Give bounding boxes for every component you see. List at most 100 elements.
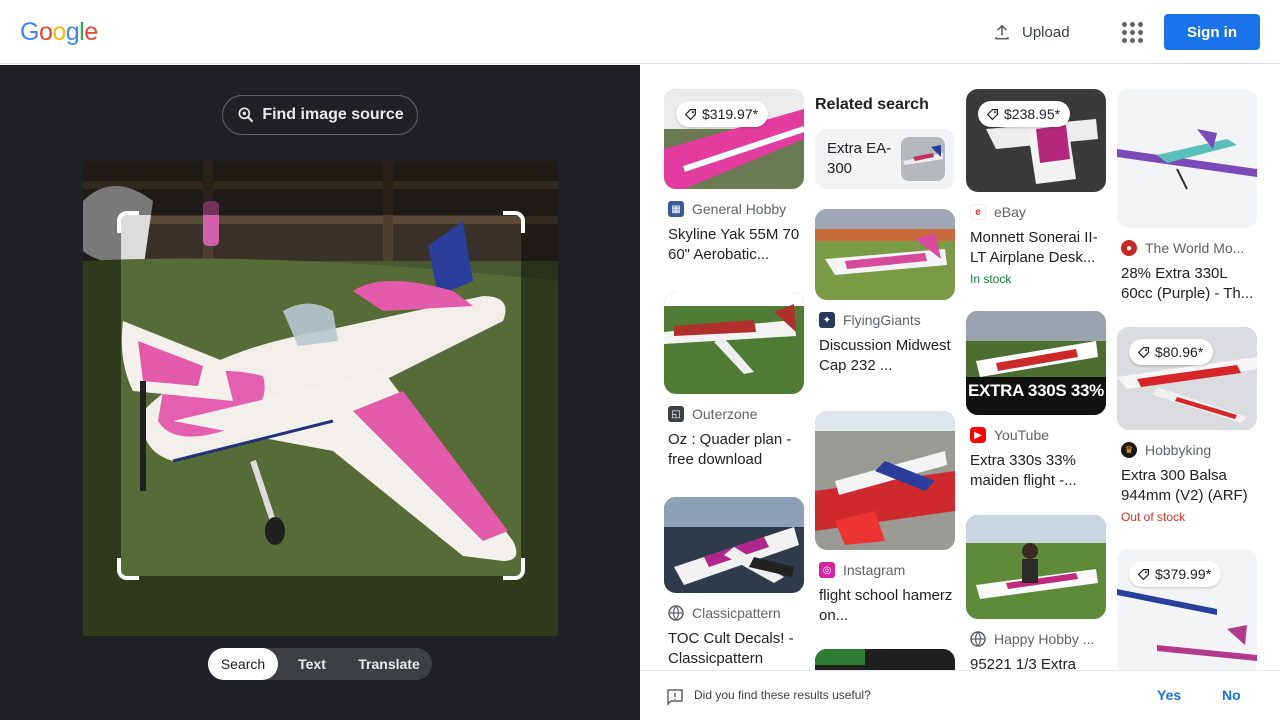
price-badge: $379.99* <box>1129 561 1222 587</box>
result-card[interactable]: $80.96* ♛ Hobbyking Extra 300 Balsa 944m… <box>1117 327 1257 524</box>
result-title[interactable]: Oz : Quader plan - free download <box>664 430 804 470</box>
logo-letter: o <box>38 18 53 46</box>
result-source[interactable]: ◎ Instagram <box>815 562 955 578</box>
result-thumbnail[interactable]: $238.95* <box>966 89 1106 192</box>
logo-letter: o <box>52 18 66 46</box>
result-card[interactable]: Happy Hobby ... 95221 1/3 Extra <box>966 515 1106 670</box>
source-name: eBay <box>994 204 1026 220</box>
result-thumbnail[interactable]: EXTRA 330S 33% <box>966 311 1106 415</box>
tag-icon <box>986 108 998 120</box>
apps-grid-icon[interactable] <box>1120 20 1144 44</box>
crop-handle-bottom-right[interactable] <box>503 558 525 580</box>
crop-handle-top-left[interactable] <box>117 211 139 233</box>
instagram-icon: ◎ <box>819 562 835 578</box>
result-thumbnail[interactable] <box>664 292 804 394</box>
upload-button[interactable]: Upload <box>992 20 1070 44</box>
result-title[interactable]: 95221 1/3 Extra <box>966 655 1106 670</box>
result-card[interactable]: $319.97* ▦ General Hobby Skyline Yak 55M… <box>664 89 804 265</box>
mode-search-tab[interactable]: Search <box>208 648 278 680</box>
related-search-heading: Related search <box>815 96 929 113</box>
result-thumbnail[interactable] <box>966 515 1106 619</box>
result-title[interactable]: flight school hamerz on... <box>815 586 955 626</box>
logo-letter: g <box>65 18 80 46</box>
thumbnail-overlay-text: EXTRA 330S 33% <box>968 381 1104 400</box>
result-card[interactable] <box>815 649 955 670</box>
related-search-chip[interactable]: Extra EA-300 <box>815 129 955 189</box>
price-label: $379.99* <box>1155 566 1212 582</box>
visual-matches-panel: $319.97* ▦ General Hobby Skyline Yak 55M… <box>640 65 1280 670</box>
result-card[interactable]: $379.99* <box>1117 549 1257 670</box>
source-name: Classicpattern <box>692 605 781 621</box>
result-title[interactable]: TOC Cult Decals! - Classicpattern <box>664 629 804 669</box>
result-title[interactable]: 28% Extra 330L 60cc (Purple) - Th... <box>1117 264 1257 304</box>
result-source[interactable]: ✦ FlyingGiants <box>815 312 955 328</box>
result-thumbnail[interactable] <box>815 411 955 550</box>
result-card[interactable]: Classicpattern TOC Cult Decals! - Classi… <box>664 497 804 669</box>
result-card[interactable]: ✦ FlyingGiants Discussion Midwest Cap 23… <box>815 209 955 376</box>
feedback-bar: Did you find these results useful? Yes N… <box>640 670 1280 720</box>
logo-letter: e <box>84 18 98 46</box>
result-thumbnail[interactable] <box>1117 89 1257 228</box>
hobbyking-icon: ♛ <box>1121 442 1137 458</box>
query-image[interactable] <box>83 161 558 636</box>
feedback-no-button[interactable]: No <box>1222 687 1241 703</box>
feedback-yes-button[interactable]: Yes <box>1157 687 1181 703</box>
google-logo[interactable]: Google <box>20 18 98 47</box>
result-title[interactable]: Skyline Yak 55M 70 60" Aerobatic... <box>664 225 804 265</box>
related-search-label: Extra EA-300 <box>827 140 892 177</box>
mode-text-tab[interactable]: Text <box>278 648 346 680</box>
price-label: $80.96* <box>1155 344 1204 360</box>
result-source[interactable]: ▶ YouTube <box>966 427 1106 443</box>
lens-search-icon <box>238 107 254 123</box>
result-title[interactable]: Extra 330s 33% maiden flight -... <box>966 451 1106 491</box>
source-name: Outerzone <box>692 406 758 422</box>
source-name: Hobbyking <box>1145 442 1212 458</box>
crop-handle-bottom-left[interactable] <box>117 558 139 580</box>
flyinggiants-icon: ✦ <box>819 312 835 328</box>
result-card[interactable]: EXTRA 330S 33% ▶ YouTube Extra 330s 33% … <box>966 311 1106 491</box>
crop-handle-top-right[interactable] <box>503 211 525 233</box>
globe-icon <box>970 631 986 647</box>
result-thumbnail[interactable]: $319.97* <box>664 89 804 189</box>
result-title[interactable]: Monnett Sonerai II-LT Airplane Desk... <box>966 228 1106 268</box>
image-preview-panel: Find image source Search Text Translate <box>0 65 640 720</box>
mode-switcher: Search Text Translate <box>208 648 432 680</box>
stock-status: Out of stock <box>1121 510 1186 524</box>
result-source[interactable]: ◱ Outerzone <box>664 406 804 422</box>
result-card[interactable]: ● The World Mo... 28% Extra 330L 60cc (P… <box>1117 89 1257 304</box>
tag-icon <box>1137 568 1149 580</box>
outerzone-icon: ◱ <box>668 406 684 422</box>
result-source[interactable]: Classicpattern <box>664 605 804 621</box>
result-thumbnail[interactable] <box>815 209 955 300</box>
result-thumbnail[interactable]: $80.96* <box>1117 327 1257 430</box>
result-thumbnail[interactable] <box>815 649 955 670</box>
result-card[interactable]: $238.95* e eBay Monnett Sonerai II-LT Ai… <box>966 89 1106 286</box>
source-name: YouTube <box>994 427 1050 443</box>
result-source[interactable]: ● The World Mo... <box>1117 240 1257 256</box>
result-source[interactable]: ♛ Hobbyking <box>1117 442 1257 458</box>
feedback-question: Did you find these results useful? <box>694 688 871 702</box>
result-source[interactable]: e eBay <box>966 204 1106 220</box>
result-thumbnail[interactable] <box>664 497 804 593</box>
price-label: $238.95* <box>1004 106 1061 122</box>
result-source[interactable]: ▦ General Hobby <box>664 201 804 217</box>
result-source[interactable]: Happy Hobby ... <box>966 631 1106 647</box>
find-image-source-button[interactable]: Find image source <box>222 95 418 135</box>
source-name: Instagram <box>843 562 906 578</box>
upload-label: Upload <box>1022 23 1070 41</box>
youtube-icon: ▶ <box>970 427 986 443</box>
price-badge: $319.97* <box>676 101 769 127</box>
price-badge: $238.95* <box>978 101 1071 127</box>
sign-in-button[interactable]: Sign in <box>1164 14 1260 50</box>
header: Google Upload Sign in <box>0 0 1280 64</box>
stock-status: In stock <box>970 272 1012 286</box>
price-label: $319.97* <box>702 106 759 122</box>
mode-translate-tab[interactable]: Translate <box>346 648 432 680</box>
result-title[interactable]: Discussion Midwest Cap 232 ... <box>815 336 955 376</box>
result-card[interactable]: ◱ Outerzone Oz : Quader plan - free down… <box>664 292 804 470</box>
result-card[interactable]: ◎ Instagram flight school hamerz on... <box>815 411 955 626</box>
result-thumbnail[interactable]: $379.99* <box>1117 549 1257 670</box>
result-title[interactable]: Extra 300 Balsa 944mm (V2) (ARF) <box>1117 466 1257 506</box>
source-name: General Hobby <box>692 201 787 217</box>
upload-icon <box>995 24 1009 40</box>
